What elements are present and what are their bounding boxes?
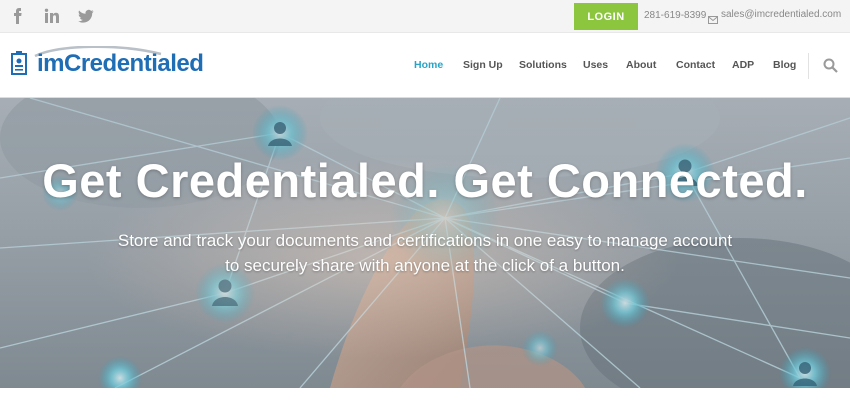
hero-banner: Get Credentialed. Get Connected. Store a…: [0, 98, 850, 388]
linkedin-icon[interactable]: [44, 8, 60, 24]
nav-divider: [808, 53, 809, 79]
top-utility-bar: LOGIN 281-619-8399 sales@imcredentialed.…: [0, 0, 850, 33]
nav-home[interactable]: Home: [414, 59, 443, 71]
logo-text: imCredentialed: [37, 50, 204, 77]
envelope-icon: [708, 11, 718, 24]
nav-solutions[interactable]: Solutions: [519, 59, 567, 71]
hero-subtitle-line-1: Store and track your documents and certi…: [117, 231, 733, 250]
page-bottom-strip: [0, 388, 850, 400]
site-header: imCredentialed Home Sign Up Solutions Us…: [0, 33, 850, 98]
logo[interactable]: imCredentialed: [11, 46, 204, 82]
hero-title: Get Credentialed. Get Connected.: [42, 154, 808, 207]
nav-blog[interactable]: Blog: [773, 59, 796, 71]
hero-subtitle: Store and track your documents and certi…: [60, 228, 790, 278]
nav-about[interactable]: About: [626, 59, 656, 71]
nav-sign-up[interactable]: Sign Up: [463, 59, 503, 71]
twitter-icon[interactable]: [78, 8, 94, 24]
nav-uses[interactable]: Uses: [583, 59, 608, 71]
login-button[interactable]: LOGIN: [574, 3, 638, 30]
nav-contact[interactable]: Contact: [676, 59, 715, 71]
hero-subtitle-line-2: to securely share with anyone at the cli…: [225, 256, 625, 275]
email-contact[interactable]: sales@imcredentialed.com: [708, 9, 841, 24]
social-links: [10, 8, 94, 24]
search-icon[interactable]: [823, 58, 838, 73]
facebook-icon[interactable]: [10, 8, 26, 24]
email-address[interactable]: sales@imcredentialed.com: [721, 9, 841, 20]
nav-adp[interactable]: ADP: [732, 59, 754, 71]
phone-number: 281-619-8399: [644, 10, 707, 21]
